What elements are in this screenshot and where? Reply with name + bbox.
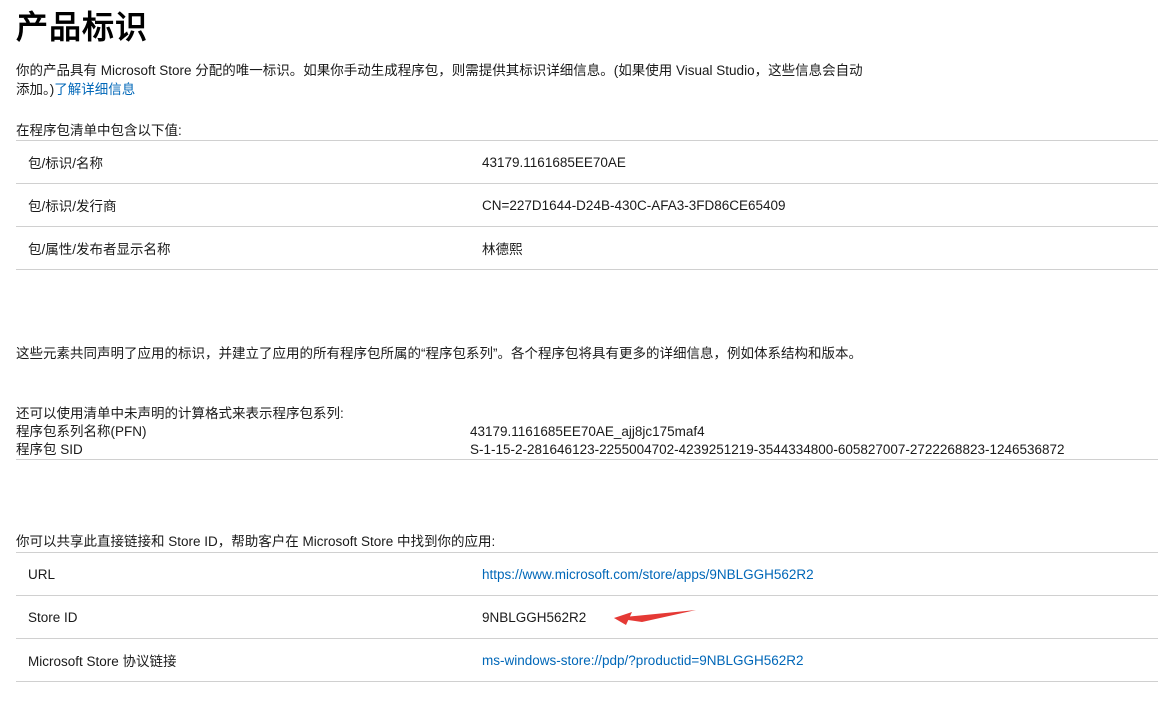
manifest-value-publisher: CN=227D1644-D24B-430C-AFA3-3FD86CE65409	[482, 183, 1158, 227]
list-item: 程序包系列名称(PFN) 43179.1161685EE70AE_ajj8jc1…	[16, 423, 1158, 441]
manifest-value-name: 43179.1161685EE70AE	[482, 140, 1158, 184]
table-row: Microsoft Store 协议链接 ms-windows-store://…	[16, 638, 1158, 682]
pfn-key: 程序包系列名称(PFN)	[16, 424, 147, 439]
computed-formats-section: 还可以使用清单中未声明的计算格式来表示程序包系列: 程序包系列名称(PFN) 4…	[16, 405, 1158, 460]
share-key-url: URL	[16, 552, 482, 596]
annotation-arrow-icon	[614, 610, 696, 625]
table-row: URL https://www.microsoft.com/store/apps…	[16, 552, 1158, 596]
share-label: 你可以共享此直接链接和 Store ID，帮助客户在 Microsoft Sto…	[16, 534, 496, 549]
page-title: 产品标识	[16, 9, 149, 45]
store-id-value: 9NBLGGH562R2	[482, 595, 1158, 639]
list-item: 程序包 SID S-1-15-2-281646123-2255004702-42…	[16, 441, 1158, 460]
protocol-link[interactable]: ms-windows-store://pdp/?productid=9NBLGG…	[482, 653, 804, 668]
table-row: 包/属性/发布者显示名称 林德熙	[16, 226, 1158, 270]
manifest-key-publisher: 包/标识/发行商	[16, 183, 482, 227]
share-key-store-id: Store ID	[16, 595, 482, 639]
share-table: URL https://www.microsoft.com/store/apps…	[16, 552, 1158, 682]
intro-text: 你的产品具有 Microsoft Store 分配的唯一标识。如果你手动生成程序…	[16, 63, 863, 97]
manifest-label: 在程序包清单中包含以下值:	[16, 123, 182, 138]
table-row: 包/标识/发行商 CN=227D1644-D24B-430C-AFA3-3FD8…	[16, 183, 1158, 227]
manifest-key-name: 包/标识/名称	[16, 140, 482, 184]
computed-label: 还可以使用清单中未声明的计算格式来表示程序包系列:	[16, 406, 344, 421]
pfn-value: 43179.1161685EE70AE_ajj8jc175maf4	[470, 424, 705, 439]
manifest-value-display-name: 林德熙	[482, 226, 1158, 270]
package-family-paragraph: 这些元素共同声明了应用的标识，并建立了应用的所有程序包所属的“程序包系列”。各个…	[16, 346, 862, 361]
learn-more-link[interactable]: 了解详细信息	[54, 82, 135, 97]
intro-paragraph: 你的产品具有 Microsoft Store 分配的唯一标识。如果你手动生成程序…	[16, 61, 876, 99]
manifest-key-display-name: 包/属性/发布者显示名称	[16, 226, 482, 270]
table-row: Store ID 9NBLGGH562R2	[16, 595, 1158, 639]
store-url-link[interactable]: https://www.microsoft.com/store/apps/9NB…	[482, 567, 814, 582]
table-row: 包/标识/名称 43179.1161685EE70AE	[16, 140, 1158, 184]
manifest-table: 包/标识/名称 43179.1161685EE70AE 包/标识/发行商 CN=…	[16, 140, 1158, 270]
sid-key: 程序包 SID	[16, 442, 83, 457]
share-key-protocol: Microsoft Store 协议链接	[16, 638, 482, 682]
sid-value: S-1-15-2-281646123-2255004702-4239251219…	[470, 442, 1065, 457]
